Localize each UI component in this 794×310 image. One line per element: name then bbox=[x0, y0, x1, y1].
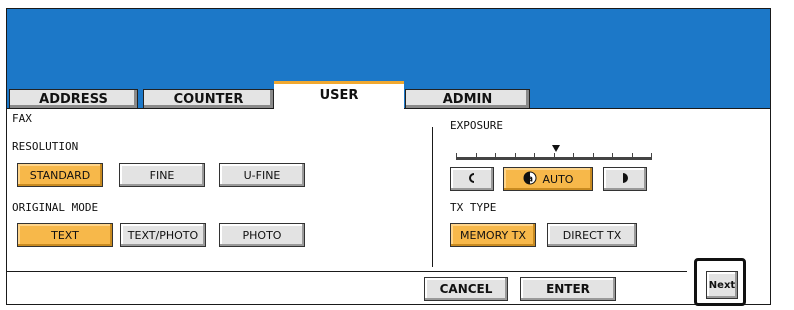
original-mode-text-photo-button[interactable]: TEXT/PHOTO bbox=[120, 223, 206, 247]
exposure-scale bbox=[456, 145, 652, 161]
column-divider bbox=[432, 127, 433, 267]
exposure-marker-icon bbox=[552, 145, 560, 152]
resolution-ufine-button[interactable]: U-FINE bbox=[219, 163, 305, 187]
exposure-auto-label: AUTO bbox=[542, 172, 574, 186]
darker-icon bbox=[620, 172, 630, 187]
lighter-icon bbox=[467, 172, 477, 187]
next-button[interactable]: Next bbox=[706, 271, 738, 299]
exposure-scale-tick bbox=[515, 153, 516, 158]
tab-address-label: ADDRESS bbox=[39, 91, 108, 107]
exposure-label: EXPOSURE bbox=[450, 119, 503, 132]
resolution-standard-button[interactable]: STANDARD bbox=[17, 163, 103, 187]
enter-button[interactable]: ENTER bbox=[520, 277, 616, 301]
svg-text:a: a bbox=[526, 174, 532, 184]
exposure-scale-tick bbox=[476, 153, 477, 158]
tab-baseline-right bbox=[404, 108, 770, 109]
original-mode-text-button[interactable]: TEXT bbox=[17, 223, 113, 247]
exposure-scale-tick bbox=[554, 153, 555, 158]
header-band bbox=[7, 9, 770, 81]
exposure-scale-tick bbox=[593, 153, 594, 158]
original-mode-label: ORIGINAL MODE bbox=[12, 201, 99, 214]
tx-type-label: TX TYPE bbox=[450, 201, 497, 214]
original-mode-photo-button[interactable]: PHOTO bbox=[219, 223, 305, 247]
tx-direct-button[interactable]: DIRECT TX bbox=[547, 223, 637, 247]
exposure-auto-button[interactable]: a AUTO bbox=[503, 167, 593, 191]
resolution-label: RESOLUTION bbox=[12, 140, 79, 153]
tab-admin-label: ADMIN bbox=[442, 91, 493, 107]
tab-user[interactable]: USER bbox=[274, 81, 404, 111]
exposure-scale-tick bbox=[651, 153, 652, 158]
tab-counter-label: COUNTER bbox=[173, 91, 244, 107]
auto-exposure-icon: a bbox=[523, 171, 537, 188]
tab-counter[interactable]: COUNTER bbox=[143, 89, 274, 108]
tab-user-label: USER bbox=[319, 88, 359, 103]
cancel-button[interactable]: CANCEL bbox=[424, 277, 508, 301]
tab-baseline-left bbox=[7, 108, 274, 109]
exposure-darker-button[interactable] bbox=[603, 167, 647, 191]
exposure-scale-tick bbox=[534, 153, 535, 158]
tx-memory-button[interactable]: MEMORY TX bbox=[450, 223, 536, 247]
resolution-fine-button[interactable]: FINE bbox=[119, 163, 205, 187]
fax-section-label: FAX bbox=[12, 112, 32, 125]
exposure-scale-tick bbox=[612, 153, 613, 158]
exposure-scale-tick bbox=[456, 153, 457, 158]
exposure-lighter-button[interactable] bbox=[450, 167, 494, 191]
tab-admin[interactable]: ADMIN bbox=[405, 89, 530, 108]
exposure-scale-tick bbox=[573, 153, 574, 158]
tab-address[interactable]: ADDRESS bbox=[9, 89, 138, 108]
exposure-scale-tick bbox=[495, 153, 496, 158]
fax-settings-panel: ADDRESS COUNTER USER ADMIN FAX RESOLUTIO… bbox=[6, 8, 771, 305]
exposure-scale-tick bbox=[632, 153, 633, 158]
footer-divider bbox=[7, 271, 687, 272]
